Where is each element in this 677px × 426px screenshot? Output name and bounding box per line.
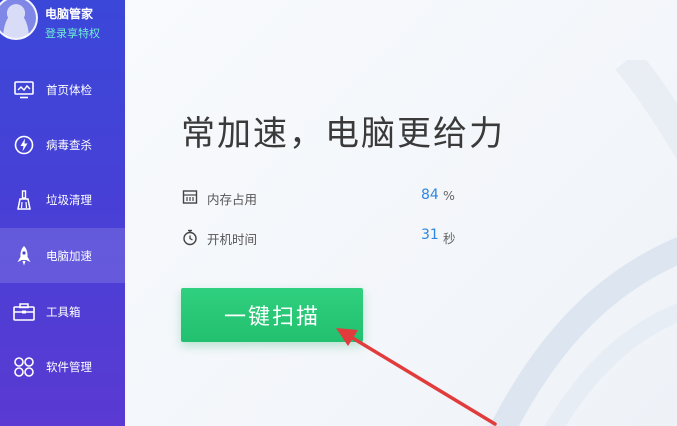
sidebar: 电脑管家 登录享特权 首页体检 病毒查杀 垃圾清理 电脑加速 工具箱 软件管理 [0, 0, 125, 426]
sidebar-item-label: 首页体检 [46, 82, 92, 97]
annotation-arrow-icon [336, 328, 497, 426]
background-decoration [489, 60, 677, 426]
boot-time-unit: 秒 [443, 231, 456, 246]
page-headline: 常加速，电脑更给力 [181, 114, 505, 154]
sidebar-item-pc-speedup[interactable]: 电脑加速 [0, 228, 125, 283]
apps-icon [13, 356, 35, 378]
memory-usage-row: 内存占用 84 % [181, 186, 481, 210]
boot-time-value: 31 [421, 227, 439, 243]
sidebar-item-label: 软件管理 [46, 359, 92, 374]
sidebar-item-home-checkup[interactable]: 首页体检 [0, 62, 125, 117]
sidebar-item-label: 电脑加速 [46, 248, 92, 263]
monitor-icon [13, 79, 35, 101]
sidebar-item-label: 工具箱 [46, 304, 81, 319]
app-name: 电脑管家 [45, 7, 94, 21]
sidebar-item-virus-scan[interactable]: 病毒查杀 [0, 117, 125, 172]
toolbox-icon [13, 301, 35, 323]
sidebar-item-label: 垃圾清理 [46, 192, 92, 207]
boot-time-label: 开机时间 [207, 232, 258, 247]
sidebar-item-software-manager[interactable]: 软件管理 [0, 339, 125, 394]
boot-time-row: 开机时间 31 秒 [181, 226, 481, 250]
memory-usage-label: 内存占用 [207, 192, 258, 207]
stopwatch-icon [181, 228, 199, 246]
lightning-shield-icon [13, 134, 35, 156]
memory-icon [181, 188, 199, 206]
sidebar-item-label: 病毒查杀 [46, 137, 92, 152]
sidebar-item-junk-cleanup[interactable]: 垃圾清理 [0, 172, 125, 227]
memory-usage-value: 84 [421, 187, 439, 203]
rocket-icon [13, 245, 35, 267]
sidebar-item-toolbox[interactable]: 工具箱 [0, 284, 125, 339]
login-link[interactable]: 登录享特权 [45, 25, 100, 41]
profile-area[interactable]: 电脑管家 登录享特权 [0, 0, 125, 48]
memory-usage-unit: % [443, 188, 455, 203]
avatar[interactable] [0, 0, 38, 40]
broom-icon [13, 189, 35, 211]
